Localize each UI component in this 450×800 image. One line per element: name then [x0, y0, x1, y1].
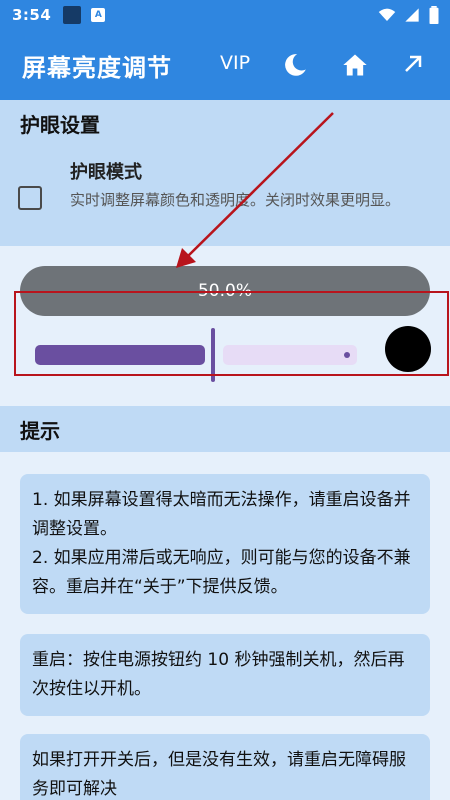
- vip-button[interactable]: VIP: [220, 52, 250, 74]
- tip-text: 1. 如果屏幕设置得太暗而无法操作，请重启设备并调整设置。: [32, 490, 411, 539]
- battery-icon: [429, 6, 439, 24]
- signal-icon: [405, 8, 419, 22]
- status-icons: [378, 6, 440, 24]
- tip-card-1: 1. 如果屏幕设置得太暗而无法操作，请重启设备并调整设置。 2. 如果应用滞后或…: [20, 474, 430, 614]
- eye-mode-checkbox[interactable]: [18, 186, 42, 210]
- notification-icon: [63, 6, 82, 24]
- tip-card-2: 重启：按住电源按钮约 10 秒钟强制关机，然后再次按住以开机。: [20, 634, 430, 716]
- annotation-highlight-box: [14, 291, 449, 376]
- tip-card-3: 如果打开开关后，但是没有生效，请重启无障碍服务即可解决: [20, 734, 430, 800]
- tips-header: 提示: [0, 406, 450, 452]
- eye-mode-title: 护眼模式: [70, 162, 142, 183]
- app-bar: 屏幕亮度调节 VIP: [0, 30, 450, 100]
- home-icon[interactable]: [341, 51, 369, 79]
- eye-care-panel: 护眼模式 实时调整屏幕颜色和透明度。关闭时效果更明显。: [0, 146, 450, 246]
- accessibility-notification-icon: A: [91, 8, 106, 22]
- eye-mode-description: 实时调整屏幕颜色和透明度。关闭时效果更明显。: [70, 191, 401, 209]
- status-bar: 3:54 A: [0, 0, 450, 30]
- status-time: 3:54: [12, 6, 52, 24]
- app-title: 屏幕亮度调节: [22, 54, 172, 82]
- eye-care-header: 护眼设置: [0, 100, 450, 146]
- share-arrow-icon[interactable]: [401, 52, 425, 76]
- tips-area: 1. 如果屏幕设置得太暗而无法操作，请重启设备并调整设置。 2. 如果应用滞后或…: [0, 452, 450, 800]
- tip-text: 2. 如果应用滞后或无响应，则可能与您的设备不兼容。重启并在“关于”下提供反馈。: [32, 548, 411, 597]
- tip-text: 重启：按住电源按钮约 10 秒钟强制关机，然后再次按住以开机。: [32, 650, 405, 699]
- wifi-icon: [378, 8, 396, 21]
- tip-text: 如果打开开关后，但是没有生效，请重启无障碍服务即可解决: [32, 750, 406, 799]
- moon-icon[interactable]: [282, 52, 308, 78]
